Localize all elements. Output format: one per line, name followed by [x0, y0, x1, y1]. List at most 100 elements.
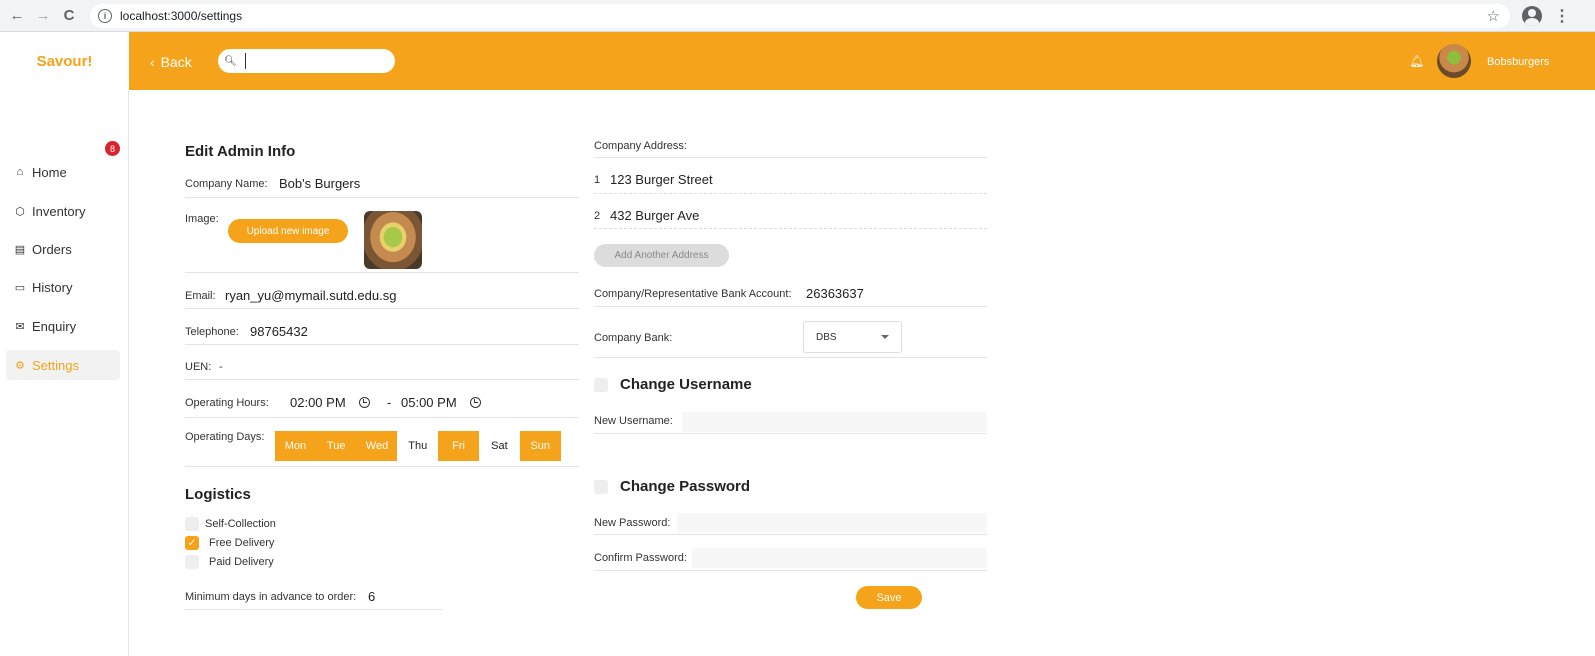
- bank-select-value: DBS: [816, 331, 837, 343]
- paid-delivery-checkbox[interactable]: [185, 555, 199, 569]
- divider: [594, 570, 987, 571]
- app-logo[interactable]: Savour!: [0, 32, 129, 90]
- operating-days-label: Operating Days:: [185, 431, 265, 443]
- company-name-field[interactable]: Bob's Burgers: [279, 176, 360, 191]
- operating-days-selector: Mon Tue Wed Thu Fri Sat Sun: [275, 431, 561, 461]
- new-password-label: New Password:: [594, 517, 671, 529]
- back-label: Back: [160, 54, 192, 70]
- gear-icon: ⚙: [15, 359, 25, 372]
- paid-delivery-label: Paid Delivery: [209, 556, 274, 568]
- sidebar-item-label: Enquiry: [32, 318, 77, 334]
- url-text: localhost:3000/settings: [120, 8, 243, 23]
- address-field-2[interactable]: 432 Burger Ave: [610, 208, 699, 223]
- new-password-input[interactable]: [677, 513, 987, 533]
- day-toggle-wed[interactable]: Wed: [356, 431, 398, 461]
- sidebar-item-enquiry[interactable]: ✉ Enquiry: [6, 311, 120, 341]
- sidebar-item-label: Inventory: [32, 203, 86, 219]
- bank-select[interactable]: DBS: [803, 321, 902, 353]
- confirm-password-label: Confirm Password:: [594, 552, 687, 564]
- free-delivery-checkbox[interactable]: ✓: [185, 536, 199, 550]
- add-address-button[interactable]: Add Another Address: [594, 244, 729, 267]
- hours-end-field[interactable]: 05:00 PM: [401, 395, 482, 410]
- browser-toolbar: ← → C i localhost:3000/settings ☆ ⋮: [0, 0, 1595, 32]
- change-username-title: Change Username: [620, 376, 752, 393]
- browser-profile-icon[interactable]: [1522, 5, 1542, 26]
- change-password-checkbox[interactable]: [594, 480, 608, 494]
- avatar[interactable]: [1437, 44, 1471, 78]
- address-index: 2: [594, 210, 601, 222]
- day-toggle-tue[interactable]: Tue: [315, 431, 357, 461]
- confirm-password-input[interactable]: [692, 548, 987, 568]
- save-button[interactable]: Save: [856, 586, 922, 609]
- sidebar-item-label: Settings: [32, 357, 79, 373]
- image-label: Image:: [185, 213, 219, 225]
- chevron-left-icon: ‹: [150, 54, 155, 70]
- divider: [594, 433, 987, 434]
- sidebar-item-home[interactable]: ⌂ Home: [6, 157, 120, 187]
- orders-count-badge: 8: [105, 141, 120, 156]
- hours-start-field[interactable]: 02:00 PM: [290, 395, 371, 410]
- divider: [594, 157, 987, 158]
- divider: [594, 228, 987, 229]
- address-bar[interactable]: i localhost:3000/settings ☆: [90, 3, 1510, 28]
- self-collection-checkbox[interactable]: [185, 517, 199, 531]
- email-label: Email:: [185, 290, 216, 302]
- day-toggle-sat[interactable]: Sat: [478, 431, 520, 461]
- clock-icon[interactable]: [359, 397, 371, 408]
- divider: [185, 379, 579, 380]
- telephone-label: Telephone:: [185, 326, 239, 338]
- chevron-down-icon: [881, 335, 889, 339]
- new-username-label: New Username:: [594, 415, 673, 427]
- address-index: 1: [594, 174, 601, 186]
- app-header: ‹ Back 🔍︎ 🔔︎ Bobsburgers: [129, 32, 1595, 90]
- browser-back-icon[interactable]: ←: [4, 3, 30, 29]
- site-info-icon[interactable]: i: [98, 8, 112, 23]
- bank-account-field[interactable]: 26363637: [806, 286, 864, 301]
- bookmark-star-icon[interactable]: ☆: [1487, 7, 1500, 25]
- sidebar-item-label: History: [32, 279, 73, 295]
- bell-icon[interactable]: 🔔︎: [1409, 54, 1424, 68]
- change-password-title: Change Password: [620, 478, 751, 495]
- sidebar-item-inventory[interactable]: ⬡ Inventory: [6, 196, 120, 226]
- company-image: [364, 211, 422, 269]
- min-days-field[interactable]: 6: [368, 589, 375, 604]
- change-username-checkbox[interactable]: [594, 378, 608, 392]
- cube-icon: ⬡: [15, 205, 25, 218]
- upload-image-button[interactable]: Upload new image: [228, 219, 348, 243]
- day-toggle-mon[interactable]: Mon: [275, 431, 316, 461]
- divider: [185, 609, 443, 610]
- company-address-label: Company Address:: [594, 140, 687, 152]
- email-field[interactable]: ryan_yu@mymail.sutd.edu.sg: [225, 288, 396, 303]
- mail-icon: ✉: [15, 320, 25, 333]
- hours-start-value: 02:00 PM: [290, 395, 346, 410]
- search-input[interactable]: 🔍︎: [218, 49, 395, 73]
- bank-account-label: Company/Representative Bank Account:: [594, 288, 792, 300]
- telephone-field[interactable]: 98765432: [250, 324, 308, 339]
- day-toggle-sun[interactable]: Sun: [519, 431, 561, 461]
- text-caret: [244, 53, 246, 69]
- browser-menu-icon[interactable]: ⋮: [1554, 6, 1570, 26]
- operating-hours-label: Operating Hours:: [185, 397, 269, 409]
- document-icon: ▤: [14, 243, 26, 256]
- day-toggle-fri[interactable]: Fri: [438, 431, 479, 461]
- reload-icon[interactable]: C: [56, 3, 82, 29]
- sidebar-item-orders[interactable]: ▤ Orders: [6, 234, 120, 264]
- edit-admin-title: Edit Admin Info: [185, 143, 296, 160]
- back-button[interactable]: ‹ Back: [150, 54, 192, 70]
- clock-icon[interactable]: [470, 397, 482, 408]
- sidebar-item-settings[interactable]: ⚙ Settings: [6, 350, 120, 380]
- day-toggle-thu[interactable]: Thu: [397, 431, 439, 461]
- browser-forward-icon[interactable]: →: [30, 3, 56, 29]
- divider: [185, 466, 579, 467]
- header-username[interactable]: Bobsburgers: [1487, 56, 1549, 68]
- divider: [594, 306, 987, 307]
- divider: [594, 193, 987, 194]
- logistics-title: Logistics: [185, 486, 251, 503]
- hours-separator: -: [387, 395, 392, 410]
- sidebar-item-history[interactable]: ▭ History: [6, 272, 120, 302]
- uen-label: UEN:: [185, 361, 212, 373]
- new-username-input[interactable]: [682, 412, 987, 432]
- uen-field[interactable]: -: [219, 361, 223, 373]
- address-field-1[interactable]: 123 Burger Street: [610, 172, 713, 187]
- check-icon: ✓: [187, 537, 197, 549]
